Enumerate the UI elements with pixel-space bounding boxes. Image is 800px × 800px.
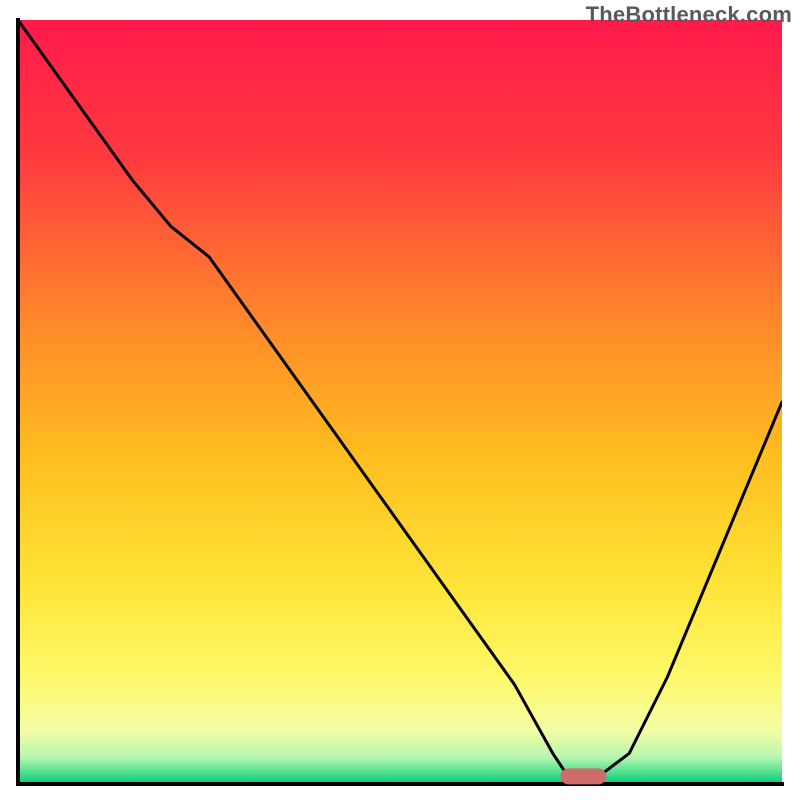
chart-canvas xyxy=(0,0,800,800)
bottleneck-chart: TheBottleneck.com xyxy=(0,0,800,800)
optimal-marker xyxy=(560,768,606,784)
watermark-text: TheBottleneck.com xyxy=(586,2,792,28)
plot-background xyxy=(18,20,782,784)
